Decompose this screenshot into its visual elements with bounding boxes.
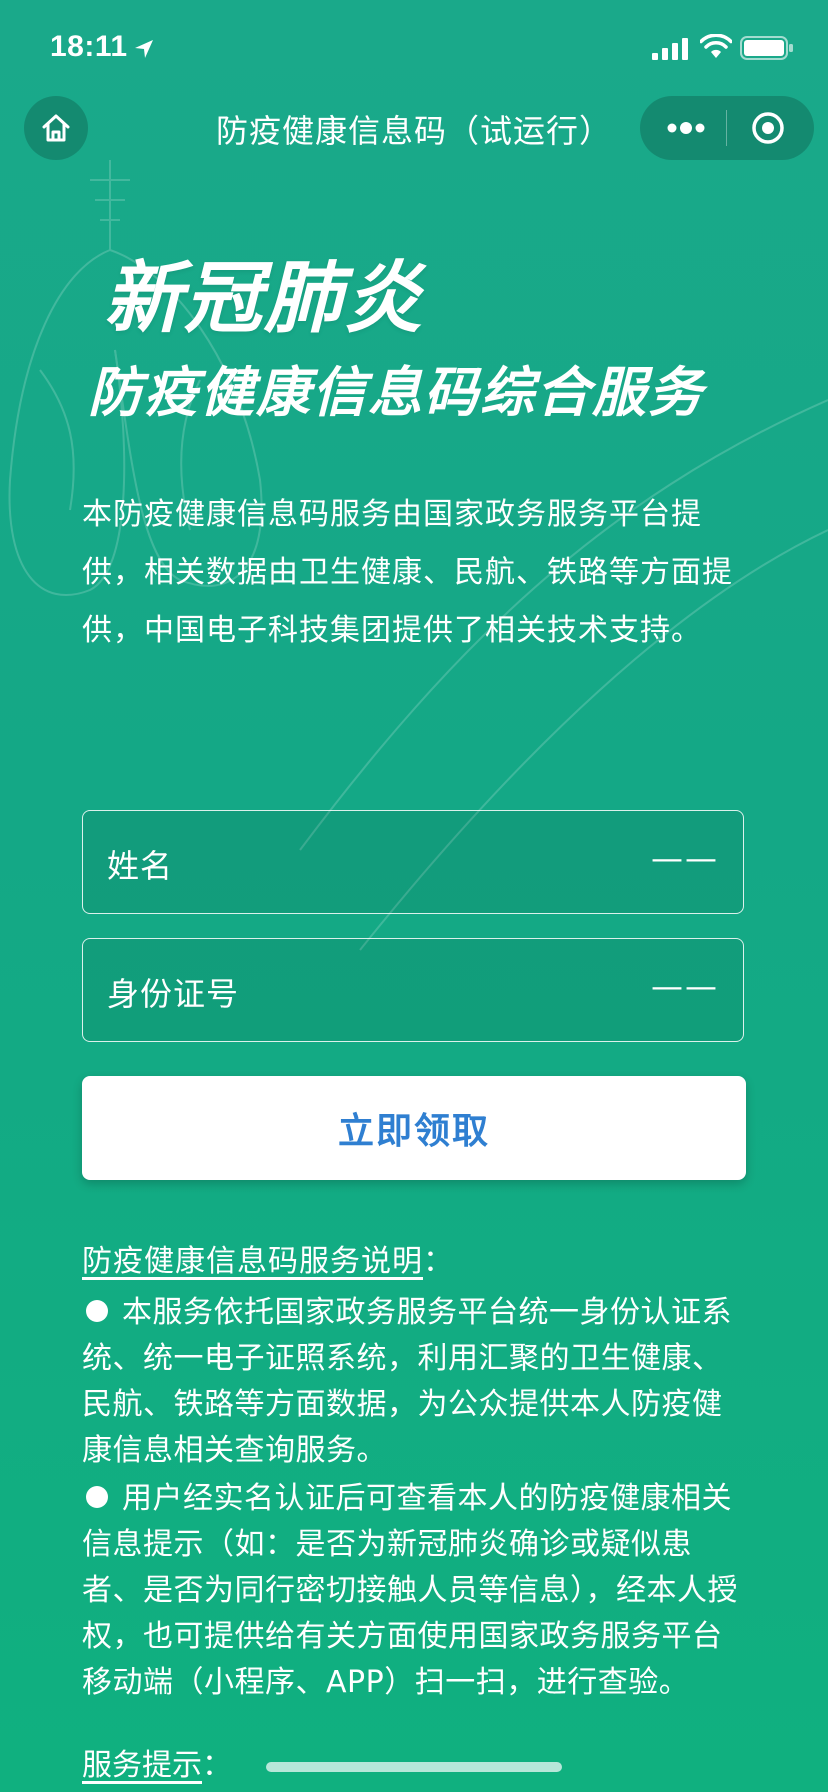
id-number-field-label: 身份证号 <box>107 975 240 1013</box>
status-time: 18:11 <box>50 30 128 63</box>
description-item: 本服务依托国家政务服务平台统一身份认证系统、统一电子证照系统，利用汇聚的卫生健康… <box>82 1290 748 1474</box>
id-number-field-placeholder: —— <box>651 967 719 1005</box>
service-tips-link[interactable]: 服务提示 <box>82 1748 202 1783</box>
capsule-divider <box>726 110 727 146</box>
bullet-icon <box>86 1485 108 1508</box>
location-arrow-icon <box>135 40 153 58</box>
cellular-signal-icon <box>652 38 688 60</box>
hero-title: 新冠肺炎 <box>104 254 425 344</box>
id-number-field[interactable]: 身份证号 —— <box>82 938 744 1042</box>
miniprogram-capsule <box>640 96 814 160</box>
battery-icon <box>740 36 793 60</box>
claim-now-button[interactable]: 立即领取 <box>82 1076 746 1180</box>
service-description-link[interactable]: 防疫健康信息码服务说明 <box>82 1244 423 1279</box>
name-field[interactable]: 姓名 —— <box>82 810 744 914</box>
description-item: 用户经实名认证后可查看本人的防疫健康相关信息提示（如：是否为新冠肺炎确诊或疑似患… <box>82 1476 748 1706</box>
name-field-label: 姓名 <box>107 847 174 885</box>
heading-colon: ： <box>423 1244 454 1279</box>
intro-paragraph: 本防疫健康信息码服务由国家政务服务平台提供，相关数据由卫生健康、民航、铁路等方面… <box>82 497 733 648</box>
name-field-placeholder: —— <box>651 839 719 877</box>
status-bar: 18:11 <box>0 0 828 96</box>
close-miniprogram-icon[interactable] <box>750 110 786 146</box>
hero-subtitle: 防疫健康信息码综合服务 <box>88 361 704 424</box>
description-item-text: 用户经实名认证后可查看本人的防疫健康相关信息提示（如：是否为新冠肺炎确诊或疑似患… <box>82 1481 738 1700</box>
more-options-icon[interactable] <box>666 118 706 138</box>
service-tips-heading: 服务提示： <box>82 1740 232 1784</box>
bullet-icon <box>86 1299 108 1322</box>
home-indicator <box>266 1762 562 1772</box>
service-description-heading: 防疫健康信息码服务说明： <box>82 1236 454 1280</box>
tips-colon: ： <box>202 1748 232 1783</box>
description-item-text: 本服务依托国家政务服务平台统一身份认证系统、统一电子证照系统，利用汇聚的卫生健康… <box>82 1295 732 1468</box>
wifi-icon <box>700 34 732 58</box>
